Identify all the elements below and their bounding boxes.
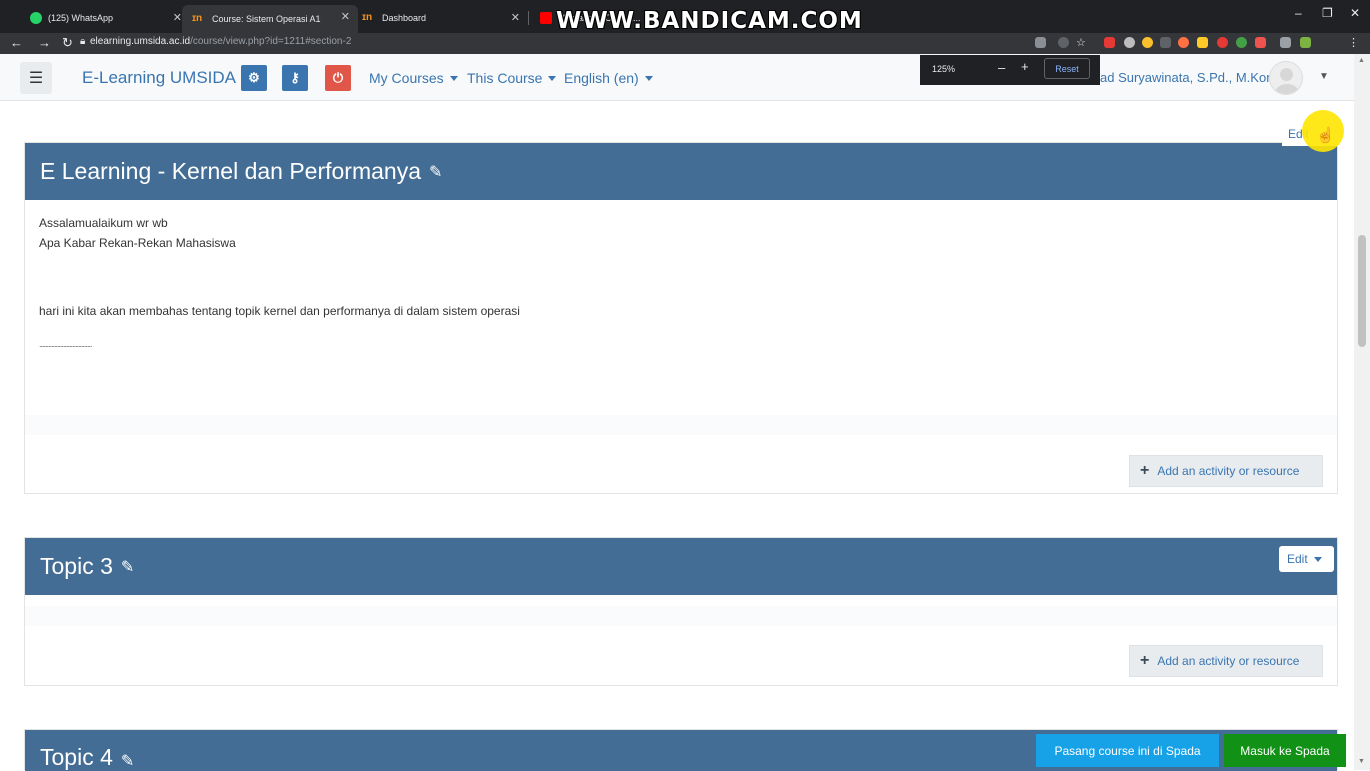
section-text-line: hari ini kita akan membahas tentang topi… (39, 304, 520, 318)
section-header: Topic 3 ✎ (25, 538, 1337, 595)
page-scrollbar[interactable]: ▲ ▼ (1354, 54, 1370, 770)
menu-label: My Courses (369, 70, 444, 86)
moodle-icon: ɪn (362, 12, 373, 23)
url-host: elearning.umsida.ac.id (90, 36, 191, 47)
extension-icon[interactable] (1160, 37, 1171, 48)
pencil-edit-icon[interactable]: ✎ (121, 751, 134, 771)
caret-down-icon[interactable]: ▼ (1319, 71, 1329, 82)
section-title: E Learning - Kernel dan Performanya (40, 158, 421, 184)
menu-language[interactable]: English (en) (564, 70, 653, 86)
tab-label: Course: Sistem Operasi A1 (212, 14, 321, 24)
zoom-level: 125% (932, 64, 956, 74)
menu-this-course[interactable]: This Course (467, 70, 557, 86)
close-window-icon[interactable]: ✕ (1350, 6, 1360, 20)
section-text-line: Assalamualaikum wr wb (39, 216, 168, 230)
settings-gears-icon[interactable]: ⚙ (241, 65, 267, 91)
moodle-icon: ɪn (192, 13, 203, 24)
restore-icon[interactable]: ❐ (1322, 6, 1333, 20)
extension-icon[interactable] (1124, 37, 1135, 48)
course-section: E Learning - Kernel dan Performanya ✎ As… (24, 142, 1338, 494)
site-brand[interactable]: E-Learning UMSIDA (82, 68, 236, 88)
reading-list-icon[interactable] (1280, 37, 1291, 48)
extension-icon[interactable] (1300, 37, 1311, 48)
avatar[interactable] (1269, 61, 1303, 95)
tab-whatsapp[interactable]: (125) WhatsApp ✕ (20, 6, 190, 30)
edit-label: Edit (1287, 552, 1308, 566)
zoom-popup: 125% – + Reset (920, 55, 1100, 85)
back-icon[interactable]: ← (10, 35, 23, 50)
scroll-down-icon[interactable]: ▼ (1358, 758, 1365, 765)
plus-icon: + (1140, 462, 1150, 479)
close-icon[interactable]: ✕ (173, 11, 182, 24)
minimize-icon[interactable]: – (1295, 6, 1302, 20)
scroll-thumb[interactable] (1358, 235, 1366, 347)
pencil-edit-icon[interactable]: ✎ (121, 557, 134, 577)
close-icon[interactable]: ✕ (341, 10, 350, 23)
key-icon[interactable]: ⚷ (282, 65, 308, 91)
forward-icon[interactable]: → (38, 35, 51, 50)
course-section: Topic 3 ✎ Edit + Add an activity or reso… (24, 537, 1338, 686)
caret-down-icon (548, 76, 557, 81)
caret-down-icon (1313, 556, 1322, 562)
whatsapp-icon (30, 12, 42, 24)
tab-label: (125) WhatsApp (48, 13, 114, 23)
close-icon[interactable]: ✕ (511, 11, 520, 24)
browser-tab-strip: (125) WhatsApp ✕ ɪn Course: Sistem Opera… (0, 0, 1370, 34)
add-activity-button[interactable]: + Add an activity or resource (1129, 455, 1323, 487)
url-field[interactable]: elearning.umsida.ac.id/course/view.php?i… (90, 36, 351, 47)
youtube-icon (540, 12, 552, 24)
hamburger-menu-icon[interactable]: ☰ (20, 62, 52, 94)
zoom-reset-button[interactable]: Reset (1044, 58, 1090, 79)
bookmark-star-icon[interactable]: ☆ (1076, 36, 1086, 49)
extension-icon[interactable] (1217, 37, 1228, 48)
divider (25, 606, 1337, 626)
site-navbar: ☰ E-Learning UMSIDA ⚙ ⚷ ⏻ My Courses Thi… (0, 54, 1354, 101)
translate-icon[interactable] (1035, 37, 1046, 48)
tab-dashboard[interactable]: ɪn Dashboard ✕ (352, 6, 528, 30)
zoom-out-button[interactable]: – (998, 60, 1005, 75)
spada-login-button[interactable]: Masuk ke Spada (1224, 734, 1346, 767)
section-title: Topic 3 (40, 553, 113, 579)
menu-kebab-icon[interactable]: ⋮ (1348, 36, 1359, 49)
extension-icon[interactable] (1142, 37, 1153, 48)
add-activity-label: Add an activity or resource (1157, 654, 1300, 668)
menu-my-courses[interactable]: My Courses (369, 70, 458, 86)
tab-divider (528, 11, 529, 25)
extension-icon[interactable] (1255, 37, 1266, 48)
lock-icon: 🔒︎ (80, 36, 86, 47)
menu-label: This Course (467, 70, 543, 86)
add-activity-button[interactable]: + Add an activity or resource (1129, 645, 1323, 677)
tab-course[interactable]: ɪn Course: Sistem Operasi A1 ✕ (182, 5, 358, 33)
section-text-dots: ................................... (39, 339, 93, 349)
recorder-watermark: WWW.BANDICAM.COM (556, 8, 863, 34)
reload-icon[interactable]: ↻ (62, 35, 73, 51)
section-title: Topic 4 (40, 744, 113, 770)
caret-down-icon (449, 76, 458, 81)
caret-down-icon (644, 76, 653, 81)
extension-icon[interactable] (1197, 37, 1208, 48)
section-header: E Learning - Kernel dan Performanya ✎ (25, 143, 1337, 200)
menu-label: English (en) (564, 70, 639, 86)
divider (25, 415, 1337, 435)
scroll-up-icon[interactable]: ▲ (1358, 57, 1365, 64)
extension-icon[interactable] (1236, 37, 1247, 48)
section-text-line: Apa Kabar Rekan-Rekan Mahasiswa (39, 236, 236, 250)
user-name[interactable]: ad Suryawinata, S.Pd., M.Kom (1100, 70, 1277, 85)
zoom-in-button[interactable]: + (1021, 59, 1029, 74)
spada-install-button[interactable]: Pasang course ini di Spada (1036, 734, 1219, 767)
power-icon[interactable]: ⏻ (325, 65, 351, 91)
section-edit-menu[interactable]: Edit (1279, 546, 1334, 572)
extension-icon[interactable] (1178, 37, 1189, 48)
hand-pointer-icon: ☝ (1316, 127, 1335, 144)
zoom-icon[interactable] (1058, 37, 1069, 48)
url-path: /course/view.php?id=1211#section-2 (190, 36, 352, 47)
add-activity-label: Add an activity or resource (1157, 464, 1300, 478)
tab-label: Dashboard (382, 13, 427, 23)
address-bar-row: ← → ↻ 🔒︎ elearning.umsida.ac.id/course/v… (0, 33, 1370, 54)
pencil-edit-icon[interactable]: ✎ (429, 162, 442, 182)
plus-icon: + (1140, 652, 1150, 669)
extension-icon[interactable] (1104, 37, 1115, 48)
